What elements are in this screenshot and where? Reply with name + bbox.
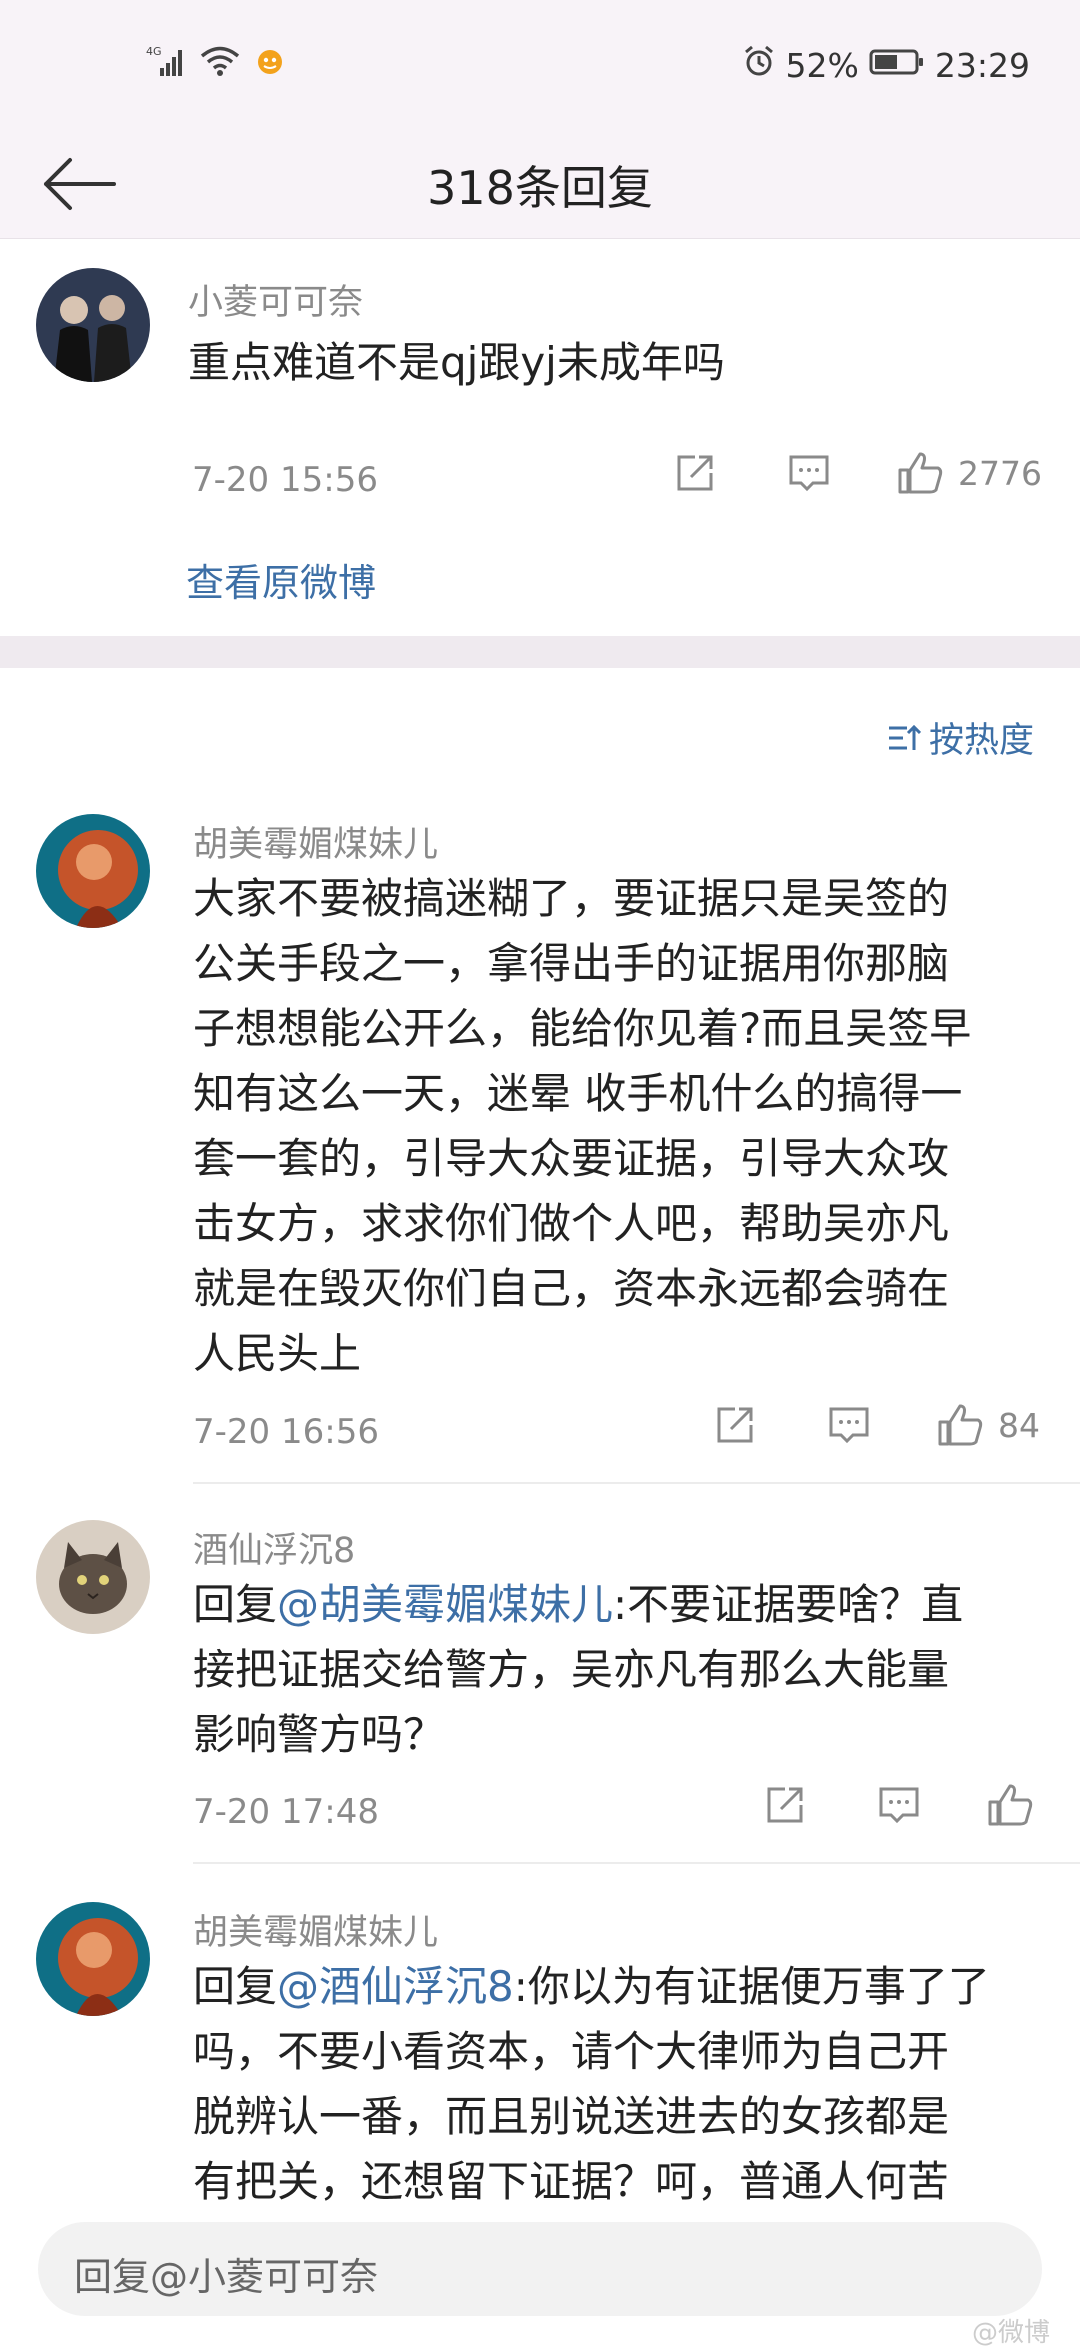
like-button[interactable]: 84 <box>936 1402 1040 1448</box>
watermark: @微博 <box>971 2318 1050 2348</box>
thumbs-up-icon <box>898 452 943 494</box>
reply-time: 7-20 16:56 <box>193 1412 379 1452</box>
repost-icon <box>677 455 713 491</box>
signal-icon: 4G <box>146 44 186 82</box>
reply-text: 回复@胡美霉媚煤妹儿:不要证据要啥？直 接把证据交给警方，吴亦凡有那么大能量 影… <box>193 1580 964 1759</box>
clock-time: 23:29 <box>934 45 1030 85</box>
status-bar: 4G 52% 23:29 <box>0 0 1080 130</box>
username[interactable]: 小菱可可奈 <box>188 274 363 325</box>
repost-button[interactable] <box>760 1783 810 1827</box>
page-title: 318条回复 <box>427 161 653 215</box>
battery-percent: 52% <box>785 45 859 85</box>
view-original-link[interactable]: 查看原微博 <box>186 552 376 607</box>
avatar[interactable] <box>36 1520 150 1634</box>
reply-placeholder: 回复@小菱可可奈 <box>74 2255 379 2299</box>
comment-icon <box>789 455 829 492</box>
username[interactable]: 酒仙浮沉8 <box>193 1522 355 1573</box>
sort-button[interactable]: 按热度 <box>887 712 1034 763</box>
divider <box>193 1862 1080 1864</box>
notification-app-icon <box>254 46 286 80</box>
reply-time: 7-20 17:48 <box>193 1792 379 1832</box>
repost-button[interactable] <box>670 451 720 495</box>
like-button[interactable] <box>986 1782 1034 1828</box>
avatar[interactable] <box>36 268 150 382</box>
username[interactable]: 胡美霉媚煤妹儿 <box>193 1904 438 1955</box>
username[interactable]: 胡美霉媚煤妹儿 <box>193 816 438 867</box>
divider <box>193 1482 1080 1484</box>
mention-link[interactable]: @胡美霉媚煤妹儿 <box>277 1580 613 1629</box>
repost-icon <box>717 1407 753 1443</box>
comment-button[interactable] <box>874 1783 924 1827</box>
thumbs-up-icon <box>988 1784 1033 1826</box>
wifi-icon <box>200 45 240 81</box>
comment-time: 7-20 15:56 <box>192 460 378 500</box>
top-nav-bar: 318条回复 <box>0 130 1080 239</box>
battery-icon <box>869 46 925 85</box>
like-count: 84 <box>998 1405 1040 1445</box>
comment-icon <box>879 1787 919 1824</box>
avatar[interactable] <box>36 814 150 928</box>
comment-icon <box>829 1407 869 1444</box>
like-count: 2776 <box>958 453 1042 493</box>
sort-label: 按热度 <box>928 721 1034 761</box>
repost-button[interactable] <box>710 1403 760 1447</box>
comment-button[interactable] <box>824 1403 874 1447</box>
original-comment: 小菱可可奈 重点难道不是qj跟yj未成年吗 7-20 15:56 2776 查看… <box>0 240 1080 636</box>
comment-button[interactable] <box>784 451 834 495</box>
alarm-icon <box>742 44 776 86</box>
like-button[interactable]: 2776 <box>896 450 1042 496</box>
section-divider <box>0 636 1080 668</box>
sort-icon <box>888 724 921 750</box>
thumbs-up-icon <box>938 1404 983 1446</box>
svg-text:4G: 4G <box>146 45 162 58</box>
comment-text: 重点难道不是qj跟yj未成年吗 <box>188 338 725 387</box>
mention-link[interactable]: @酒仙浮沉8 <box>277 1962 514 2011</box>
avatar[interactable] <box>36 1902 150 2016</box>
reply-input[interactable]: 回复@小菱可可奈 <box>38 2222 1042 2316</box>
reply-text: 回复@酒仙浮沉8:你以为有证据便万事了了 吗，不要小看资本，请个大律师为自己开 … <box>193 1962 990 2206</box>
repost-icon <box>767 1787 803 1823</box>
reply-text: 大家不要被搞迷糊了，要证据只是吴签的 公关手段之一，拿得出手的证据用你那脑 子想… <box>193 874 972 1378</box>
